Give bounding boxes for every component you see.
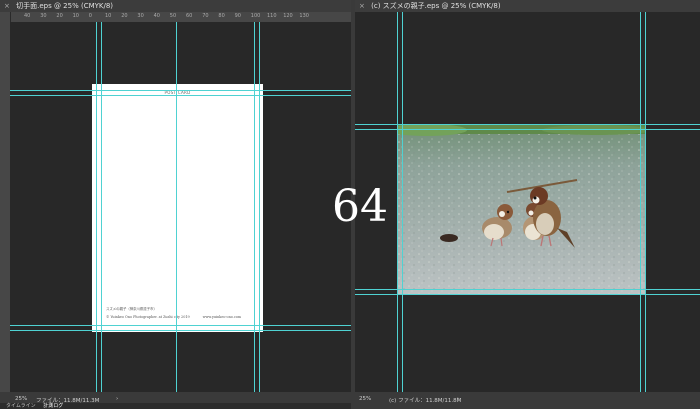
left-document-tab[interactable]: × 切手面.eps @ 25% (CMYK/8) <box>0 0 351 12</box>
ruler-tick-label: 50 <box>169 13 177 19</box>
ruler-tick-label: 80 <box>218 13 225 19</box>
tab-timeline[interactable]: タイムライン <box>6 403 36 409</box>
ruler-tick-label: 70 <box>202 13 209 19</box>
left-canvas[interactable]: POST CARD スズメの親子（神奈川県逗子市） © Yuinkeo Ono … <box>10 22 351 392</box>
ruler-tick-label: 120 <box>283 13 293 19</box>
guide-horizontal[interactable] <box>355 124 700 125</box>
postcard-credit: © Yuinkeo Ono Photographer. at Zushi cit… <box>106 315 190 319</box>
guide-horizontal[interactable] <box>10 95 351 96</box>
right-document-title: (c) スズメの親子.eps @ 25% (CMYK/8) <box>371 2 501 10</box>
right-document-tab[interactable]: × (c) スズメの親子.eps @ 25% (CMYK/8) <box>355 0 700 12</box>
ruler-tick-label: 0 <box>88 13 92 19</box>
ruler-tick-label: 90 <box>234 13 241 19</box>
guide-horizontal[interactable] <box>10 330 351 331</box>
zoom-level[interactable]: 25% <box>15 396 27 402</box>
ruler-tick-label: 110 <box>267 13 277 19</box>
ruler-tick-label: 20 <box>121 13 128 19</box>
close-icon[interactable]: × <box>359 2 365 10</box>
sparrow-photo-image <box>397 124 645 294</box>
guide-horizontal[interactable] <box>355 289 700 290</box>
bottom-panel-tabs: タイムライン 計測ログ <box>0 403 351 409</box>
guide-vertical[interactable] <box>645 12 646 392</box>
ruler-tick-label: 60 <box>186 13 193 19</box>
guide-horizontal[interactable] <box>10 90 351 91</box>
ruler-tick-label: 10 <box>72 13 79 19</box>
overlay-number: 64 <box>332 181 388 232</box>
postcard-artboard: POST CARD スズメの親子（神奈川県逗子市） © Yuinkeo Ono … <box>92 84 263 332</box>
ruler-tick-label: 130 <box>299 13 309 19</box>
ruler-tick-label: 30 <box>137 13 144 19</box>
guide-vertical[interactable] <box>402 12 403 392</box>
right-canvas[interactable] <box>355 12 700 392</box>
close-icon[interactable]: × <box>4 2 10 10</box>
guide-vertical[interactable] <box>96 22 97 392</box>
right-document-window: × (c) スズメの親子.eps @ 25% (CMYK/8) 25% (c) … <box>355 0 700 409</box>
file-info[interactable]: (c) ファイル：11.8M/11.8M <box>389 396 461 404</box>
guide-vertical[interactable] <box>176 22 177 392</box>
chevron-right-icon[interactable]: › <box>116 396 118 402</box>
guide-vertical[interactable] <box>397 12 398 392</box>
guide-horizontal[interactable] <box>355 129 700 130</box>
ruler-tick-label: 40 <box>153 13 160 19</box>
zoom-level[interactable]: 25% <box>359 396 371 402</box>
ruler-tick-label: 30 <box>40 13 47 19</box>
left-document-window: × 切手面.eps @ 25% (CMYK/8) 40 30 20 10 0 10 20 30… <box>0 0 351 409</box>
left-document-title: 切手面.eps @ 25% (CMYK/8) <box>16 2 114 10</box>
left-status-bar: 25% ファイル：11.8M/11.3M › タイムライン 計測ログ <box>0 392 351 409</box>
guide-vertical[interactable] <box>254 22 255 392</box>
ruler-tick-label: 10 <box>105 13 112 19</box>
ruler-tick-label: 40 <box>24 13 31 19</box>
guide-vertical[interactable] <box>259 22 260 392</box>
right-status-bar: 25% (c) ファイル：11.8M/11.8M › <box>355 392 700 409</box>
guide-horizontal[interactable] <box>355 294 700 295</box>
ruler-tick-label: 100 <box>250 13 261 19</box>
postcard-url: www.yuinkeo-ono.com <box>202 315 241 319</box>
ruler-tick-label: 20 <box>56 13 63 19</box>
guide-vertical[interactable] <box>101 22 102 392</box>
guide-horizontal[interactable] <box>10 325 351 326</box>
chevron-right-icon[interactable]: › <box>457 396 459 402</box>
guide-vertical[interactable] <box>640 12 641 392</box>
sparrow-photo <box>397 124 645 294</box>
tab-measurement-log[interactable]: 計測ログ <box>43 403 63 409</box>
postcard-caption: スズメの親子（神奈川県逗子市） <box>106 307 157 311</box>
